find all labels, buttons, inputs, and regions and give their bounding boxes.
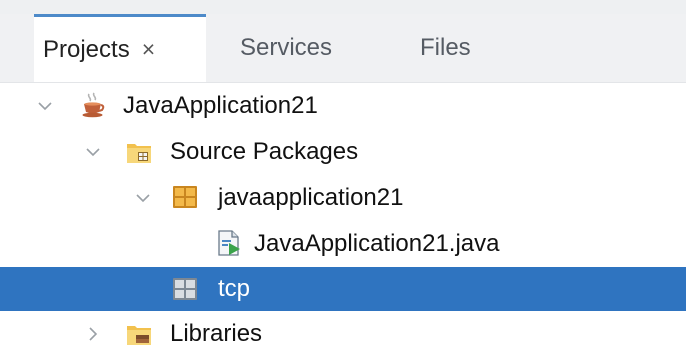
- tree-node-libraries-label: Libraries: [170, 320, 263, 347]
- tab-files[interactable]: Files: [382, 14, 502, 82]
- tree-node-tcp-label: tcp: [218, 275, 251, 302]
- chevron-down-icon[interactable]: [36, 97, 54, 115]
- java-project-icon: [82, 92, 105, 118]
- tab-services[interactable]: Services: [206, 14, 382, 82]
- chevron-right-icon[interactable]: [84, 325, 102, 343]
- empty-package-icon: [173, 278, 197, 300]
- tab-projects-label: Projects: [43, 35, 130, 63]
- tree-node-source-packages[interactable]: Source Packages: [0, 130, 686, 174]
- tree-node-java-file-label: JavaApplication21.java: [254, 230, 500, 257]
- tree-node-project[interactable]: JavaApplication21: [0, 84, 686, 128]
- tree-node-libraries[interactable]: Libraries: [0, 312, 686, 356]
- tree-node-source-packages-label: Source Packages: [170, 138, 359, 165]
- tree-node-package-label: javaapplication21: [218, 184, 404, 211]
- window-top-edge: [0, 0, 686, 14]
- tab-services-label: Services: [240, 34, 333, 61]
- libraries-folder-icon: [127, 326, 151, 345]
- tree-node-package[interactable]: javaapplication21: [0, 176, 686, 220]
- package-icon: [173, 186, 197, 208]
- tab-bar: Projects × Services Files: [0, 14, 686, 83]
- close-tab-icon[interactable]: ×: [142, 36, 155, 63]
- tree-node-project-label: JavaApplication21: [123, 92, 318, 119]
- chevron-down-icon[interactable]: [134, 189, 152, 207]
- tab-projects[interactable]: Projects ×: [34, 14, 206, 82]
- chevron-down-icon[interactable]: [84, 143, 102, 161]
- tab-files-label: Files: [420, 34, 471, 61]
- source-packages-folder-icon: [127, 144, 151, 163]
- tree-node-java-file[interactable]: JavaApplication21.java: [0, 222, 686, 266]
- tree-node-tcp[interactable]: tcp: [0, 267, 686, 311]
- java-file-icon: [218, 230, 240, 256]
